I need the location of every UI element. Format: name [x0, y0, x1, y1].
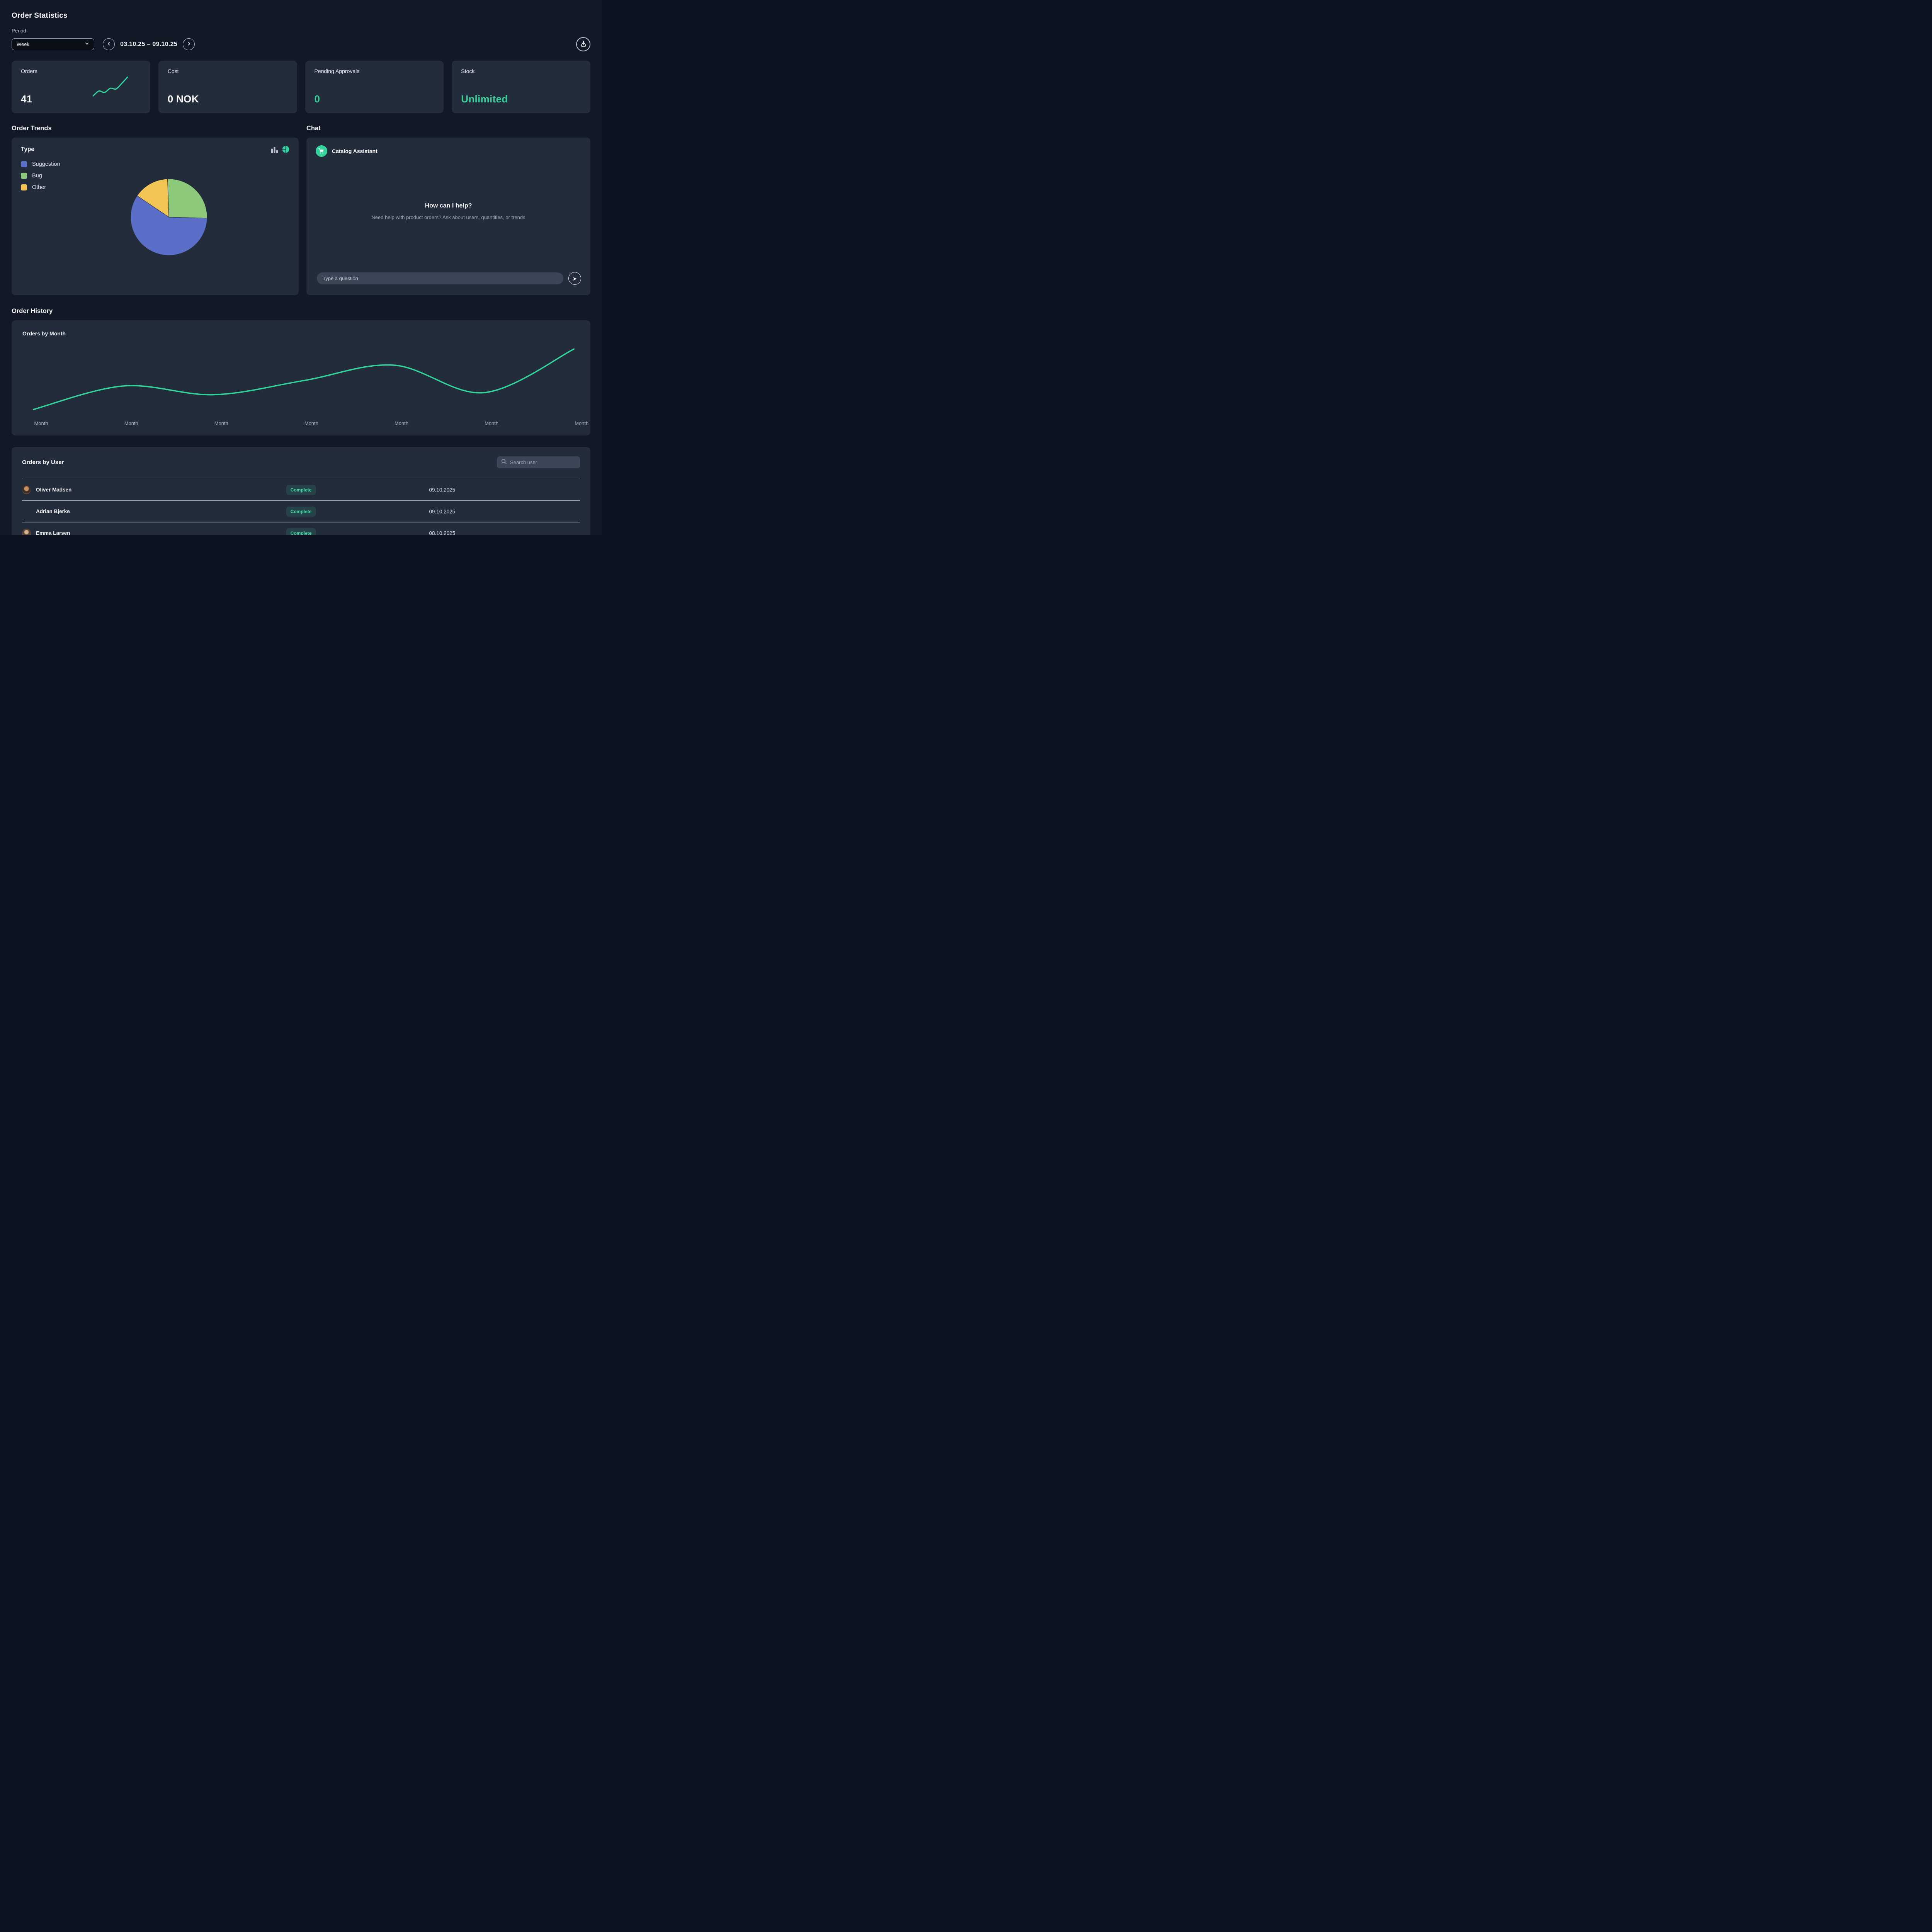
chat-card: Catalog Assistant How can I help? Need h…	[306, 138, 590, 295]
stat-label: Cost	[167, 68, 179, 74]
cart-icon	[316, 145, 327, 157]
stat-label: Stock	[461, 68, 475, 74]
chevron-left-icon	[107, 41, 111, 47]
chevron-down-icon	[85, 41, 89, 47]
chat-card-header: Catalog Assistant	[316, 145, 581, 157]
legend-swatch	[21, 184, 27, 190]
date-range: 03.10.25 – 09.10.25	[120, 41, 178, 48]
user-name: Oliver Madsen	[36, 487, 72, 493]
svg-text:Month: Month	[575, 420, 588, 426]
avatar	[22, 485, 31, 494]
stat-value: 0	[314, 93, 320, 105]
user-search-input[interactable]	[510, 459, 576, 465]
trends-card-header: Type	[21, 146, 289, 153]
chat-question-input[interactable]	[317, 272, 563, 284]
svg-text:Month: Month	[214, 420, 228, 426]
orders-by-user-table: Oliver Madsen Complete 09.10.2025 Adrian…	[22, 479, 580, 535]
legend-item-bug: Bug	[21, 173, 60, 179]
legend-label: Bug	[32, 173, 42, 179]
pie-chart-icon[interactable]	[282, 146, 289, 153]
legend-item-other: Other	[21, 184, 60, 190]
chat-input-row: ➤	[317, 272, 581, 285]
status-badge: Complete	[286, 485, 316, 495]
stat-card-cost: Cost 0 NOK	[158, 61, 297, 113]
orders-by-user-card: Orders by User Oliver Madsen Complete 09…	[12, 447, 590, 535]
avatar	[22, 507, 31, 516]
orders-by-month-line-chart: Month Month Month Month Month Month Month	[32, 348, 588, 426]
stat-value: Unlimited	[461, 93, 508, 105]
legend-swatch	[21, 173, 27, 179]
chat-heading: Chat	[306, 125, 321, 132]
trends-chat-row: Type Suggestion Bug Other Catalog Assist…	[12, 138, 590, 295]
stat-card-orders: Orders 41	[12, 61, 150, 113]
chevron-right-icon	[187, 41, 191, 47]
section-headings: Order Trends Chat	[12, 125, 590, 132]
svg-text:Month: Month	[395, 420, 408, 426]
orders-sparkline	[92, 77, 128, 97]
bar-chart-icon[interactable]	[271, 146, 278, 153]
chat-empty-state: How can I help? Need help with product o…	[306, 202, 590, 220]
period-select-value: Week	[17, 41, 29, 47]
order-history-heading: Order History	[12, 308, 53, 315]
orders-by-month-title: Orders by Month	[22, 330, 66, 337]
stat-label: Pending Approvals	[314, 68, 360, 74]
table-row[interactable]: Adrian Bjerke Complete 09.10.2025	[22, 501, 580, 522]
chat-headline: How can I help?	[425, 202, 472, 209]
order-date: 09.10.2025	[429, 509, 456, 514]
stat-value: 0 NOK	[167, 93, 199, 105]
period-label: Period	[12, 28, 26, 34]
legend-label: Suggestion	[32, 161, 60, 167]
page-title: Order Statistics	[12, 12, 68, 20]
search-icon	[501, 459, 507, 466]
orders-by-month-card: Orders by Month Month Month Month Month Mont…	[12, 320, 590, 435]
pie-legend: Suggestion Bug Other	[21, 161, 60, 190]
order-trends-heading: Order Trends	[12, 125, 52, 132]
table-row[interactable]: Oliver Madsen Complete 09.10.2025	[22, 479, 580, 501]
stats-row: Orders 41 Cost 0 NOK Pending Approvals 0…	[12, 61, 590, 113]
prev-period-button[interactable]	[103, 38, 115, 50]
order-trends-card: Type Suggestion Bug Other	[12, 138, 299, 295]
chart-view-toggle	[271, 146, 289, 153]
legend-label: Other	[32, 184, 46, 190]
svg-text:Month: Month	[124, 420, 138, 426]
send-button[interactable]: ➤	[568, 272, 581, 285]
avatar	[22, 529, 31, 535]
order-date: 09.10.2025	[429, 487, 456, 493]
status-badge: Complete	[286, 506, 316, 517]
status-badge: Complete	[286, 528, 316, 535]
assistant-name: Catalog Assistant	[332, 148, 378, 154]
orders-by-user-title: Orders by User	[22, 459, 64, 466]
period-controls: Week 03.10.25 – 09.10.25	[12, 37, 590, 51]
table-row[interactable]: Emma Larsen Complete 08.10.2025	[22, 522, 580, 535]
user-search-box[interactable]	[497, 456, 580, 468]
svg-text:Month: Month	[34, 420, 48, 426]
period-select[interactable]: Week	[12, 38, 94, 50]
stat-label: Orders	[21, 68, 37, 74]
download-button[interactable]	[576, 37, 590, 51]
stat-card-stock: Stock Unlimited	[452, 61, 590, 113]
user-name: Adrian Bjerke	[36, 509, 70, 514]
orders-by-user-header: Orders by User	[22, 447, 580, 468]
stat-card-pending-approvals: Pending Approvals 0	[305, 61, 444, 113]
order-statistics-page: Order Statistics Period Week 03.10.25 – …	[0, 0, 602, 535]
next-period-button[interactable]	[183, 38, 195, 50]
send-icon: ➤	[572, 275, 577, 282]
svg-text:Month: Month	[304, 420, 318, 426]
user-name: Emma Larsen	[36, 530, 70, 535]
download-icon	[580, 40, 587, 48]
svg-text:Month: Month	[485, 420, 498, 426]
trends-card-title: Type	[21, 146, 35, 153]
legend-swatch	[21, 161, 27, 167]
legend-item-suggestion: Suggestion	[21, 161, 60, 167]
chat-subtext: Need help with product orders? Ask about…	[371, 214, 526, 220]
order-date: 08.10.2025	[429, 530, 456, 535]
